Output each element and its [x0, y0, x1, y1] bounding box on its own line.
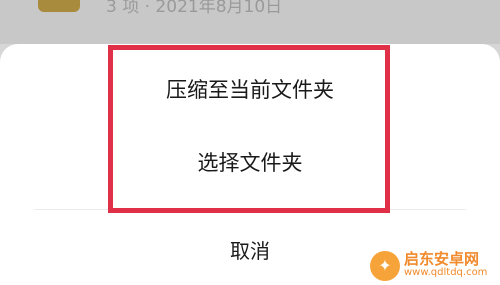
file-meta-text: 3 项 · 2021年8月10日 — [106, 0, 283, 17]
choose-folder-option[interactable]: 选择文件夹 — [0, 147, 500, 177]
compress-to-current-folder-option[interactable]: 压缩至当前文件夹 — [0, 74, 500, 104]
watermark: ✦ 启东安卓网 www.qdltdq.com — [370, 246, 500, 285]
divider — [34, 209, 466, 210]
watermark-logo-icon: ✦ — [370, 250, 400, 281]
background-file-row: 3 项 · 2021年8月10日 — [0, 0, 500, 44]
watermark-url: www.qdltdq.com — [404, 267, 488, 279]
watermark-title: 启东安卓网 — [404, 250, 480, 269]
folder-icon — [38, 0, 80, 12]
